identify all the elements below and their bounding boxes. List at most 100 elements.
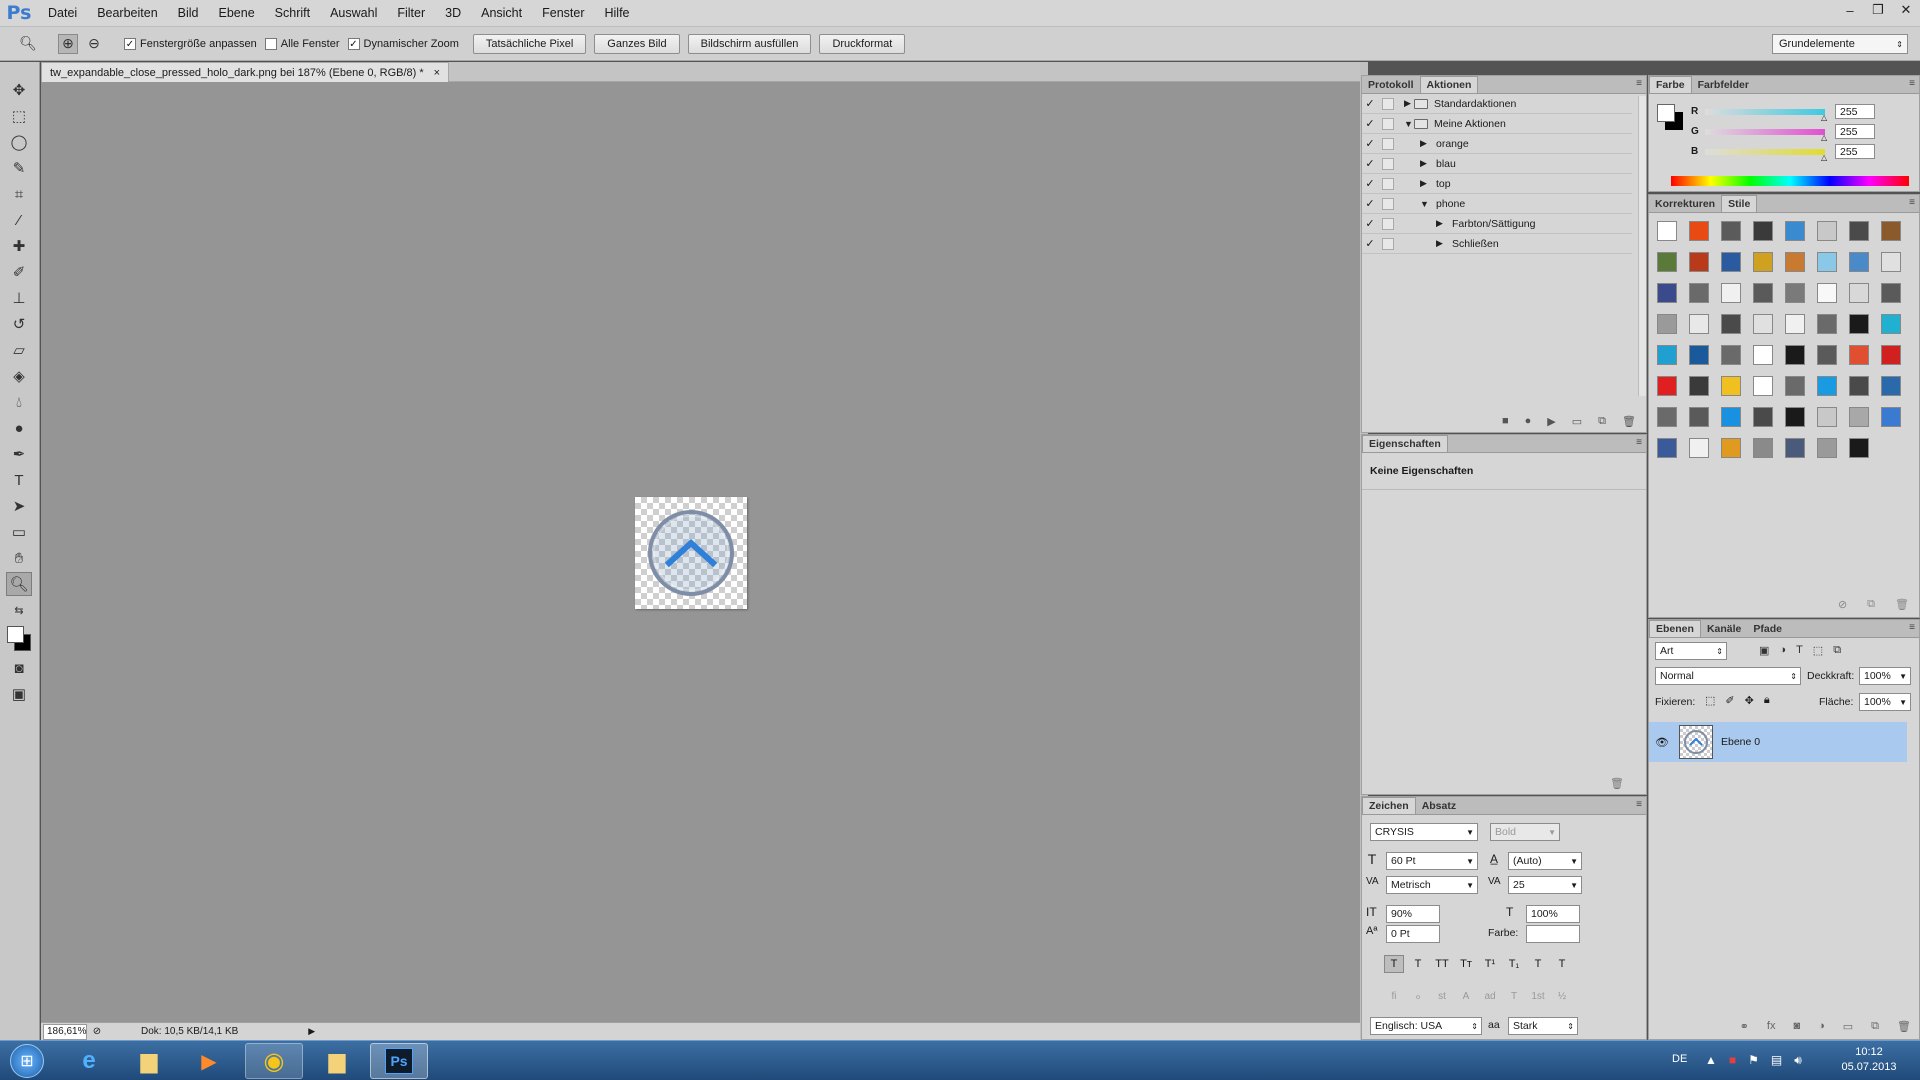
clone-stamp-tool-icon[interactable]: ⊥: [6, 286, 32, 310]
opentype-button[interactable]: fi: [1384, 987, 1404, 1005]
check-icon[interactable]: ✓: [1362, 177, 1378, 190]
brush-tool-icon[interactable]: ✐: [6, 260, 32, 284]
style-swatch[interactable]: [1785, 407, 1805, 427]
menu-bild[interactable]: Bild: [168, 6, 209, 20]
volume-icon[interactable]: 🔊︎: [1794, 1053, 1802, 1068]
triangle-down-icon[interactable]: ▼: [1404, 119, 1414, 129]
style-swatch[interactable]: [1849, 376, 1869, 396]
style-swatch[interactable]: [1657, 376, 1677, 396]
color-fg-bg[interactable]: [1655, 102, 1685, 132]
style-swatch[interactable]: [1689, 221, 1709, 241]
history-brush-tool-icon[interactable]: ↺: [6, 312, 32, 336]
action-row[interactable]: ✓ ▶ Farbton/Sättigung: [1362, 214, 1632, 234]
network-icon[interactable]: ▤: [1771, 1053, 1782, 1068]
option-check-0[interactable]: ✓ Fenstergröße anpassen: [124, 37, 257, 50]
check-icon[interactable]: ✓: [1362, 197, 1378, 210]
zoom-out-icon[interactable]: ⊖: [84, 34, 104, 54]
lasso-tool-icon[interactable]: ◯: [6, 130, 32, 154]
tab-history[interactable]: Protokoll: [1362, 76, 1420, 93]
style-swatch[interactable]: [1785, 345, 1805, 365]
shape-filter-icon[interactable]: ⬚: [1813, 644, 1823, 657]
style-swatch[interactable]: [1721, 407, 1741, 427]
adjustment-filter-icon[interactable]: ◑: [1779, 644, 1786, 657]
tab-styles[interactable]: Stile: [1721, 195, 1758, 212]
dialog-toggle[interactable]: [1382, 117, 1394, 130]
text-style-button[interactable]: T¹: [1480, 955, 1500, 973]
style-swatch[interactable]: [1753, 283, 1773, 303]
paint-bucket-tool-icon[interactable]: ◈: [6, 364, 32, 388]
dialog-toggle[interactable]: [1382, 217, 1394, 230]
channel-slider[interactable]: [1705, 109, 1825, 115]
style-swatch[interactable]: [1689, 345, 1709, 365]
style-swatch[interactable]: [1753, 345, 1773, 365]
tab-character[interactable]: Zeichen: [1362, 797, 1416, 814]
opentype-button[interactable]: ½: [1552, 987, 1572, 1005]
style-swatch[interactable]: [1881, 221, 1901, 241]
style-swatch[interactable]: [1849, 314, 1869, 334]
zoom-field[interactable]: 186,61%: [43, 1023, 87, 1040]
panel-menu-icon[interactable]: ≡: [1909, 622, 1915, 633]
tab-layers[interactable]: Ebenen: [1649, 620, 1701, 637]
color-swatches[interactable]: [6, 624, 33, 654]
play-icon[interactable]: ▶: [1547, 415, 1555, 428]
style-swatch[interactable]: [1817, 252, 1837, 272]
tab-paths[interactable]: Pfade: [1747, 620, 1788, 637]
taskbar-explorer[interactable]: ▆: [120, 1043, 178, 1079]
checkbox[interactable]: ✓: [347, 37, 360, 50]
taskbar-internet-explorer[interactable]: e: [60, 1043, 118, 1079]
opentype-button[interactable]: ℴ: [1408, 987, 1428, 1005]
layer-row[interactable]: 👁︎ Ebene 0: [1649, 722, 1907, 762]
panel-menu-icon[interactable]: ≡: [1909, 78, 1915, 89]
font-family-select[interactable]: CRYSIS ▼: [1370, 823, 1478, 841]
option-check-1[interactable]: Alle Fenster: [264, 37, 340, 50]
style-swatch[interactable]: [1753, 407, 1773, 427]
record-icon[interactable]: ●: [1525, 415, 1532, 428]
leading-field[interactable]: (Auto) ▼: [1508, 852, 1582, 870]
channel-value[interactable]: 255: [1835, 104, 1875, 119]
image-canvas[interactable]: [635, 497, 747, 609]
checkbox[interactable]: ✓: [124, 37, 136, 50]
visibility-eye-icon[interactable]: 👁︎: [1655, 736, 1671, 749]
style-swatch[interactable]: [1849, 283, 1869, 303]
clock[interactable]: 10:12 05.07.2013: [1834, 1045, 1904, 1075]
menu-datei[interactable]: Datei: [38, 6, 87, 20]
taskbar-chrome[interactable]: ◉: [245, 1043, 303, 1079]
style-swatch[interactable]: [1817, 376, 1837, 396]
zoom-in-icon[interactable]: ⊕: [58, 33, 78, 54]
style-swatch[interactable]: [1689, 314, 1709, 334]
new-group-icon[interactable]: ▭: [1843, 1020, 1853, 1033]
style-swatch[interactable]: [1753, 314, 1773, 334]
text-color-swatch[interactable]: [1526, 925, 1580, 943]
status-share-icon[interactable]: ⊘: [87, 1026, 107, 1037]
action-row[interactable]: ✓ ▶ top: [1362, 174, 1632, 194]
close-button[interactable]: ✕: [1892, 0, 1920, 20]
style-swatch[interactable]: [1881, 314, 1901, 334]
style-swatch[interactable]: [1817, 407, 1837, 427]
panel-menu-icon[interactable]: ≡: [1909, 197, 1915, 208]
channel-slider[interactable]: [1705, 129, 1825, 135]
close-tab-icon[interactable]: ×: [434, 67, 440, 79]
minimize-button[interactable]: –: [1836, 0, 1864, 20]
style-swatch[interactable]: [1817, 438, 1837, 458]
style-swatch[interactable]: [1721, 283, 1741, 303]
check-icon[interactable]: ✓: [1362, 97, 1378, 110]
delete-icon[interactable]: 🗑︎: [1622, 415, 1636, 428]
dialog-toggle[interactable]: [1382, 137, 1394, 150]
slider-handle-icon[interactable]: △: [1821, 113, 1827, 122]
zoom-tool-preset-icon[interactable]: 🔍︎: [18, 34, 38, 54]
new-set-icon[interactable]: ▭: [1572, 415, 1582, 428]
type-filter-icon[interactable]: T: [1796, 644, 1803, 657]
show-hidden-icons-icon[interactable]: ▲: [1705, 1053, 1717, 1068]
language-indicator[interactable]: DE: [1672, 1053, 1687, 1065]
menu-ebene[interactable]: Ebene: [209, 6, 265, 20]
style-swatch[interactable]: [1657, 438, 1677, 458]
opacity-field[interactable]: 100% ▼: [1859, 667, 1911, 685]
taskbar-photoshop[interactable]: Ps: [370, 1043, 428, 1079]
option-button-1[interactable]: Ganzes Bild: [594, 33, 680, 54]
opentype-button[interactable]: ad: [1480, 987, 1500, 1005]
text-style-button[interactable]: T: [1408, 955, 1428, 973]
style-swatch[interactable]: [1689, 438, 1709, 458]
dialog-toggle[interactable]: [1382, 97, 1394, 110]
opentype-button[interactable]: st: [1432, 987, 1452, 1005]
actions-scrollbar[interactable]: [1638, 96, 1646, 396]
